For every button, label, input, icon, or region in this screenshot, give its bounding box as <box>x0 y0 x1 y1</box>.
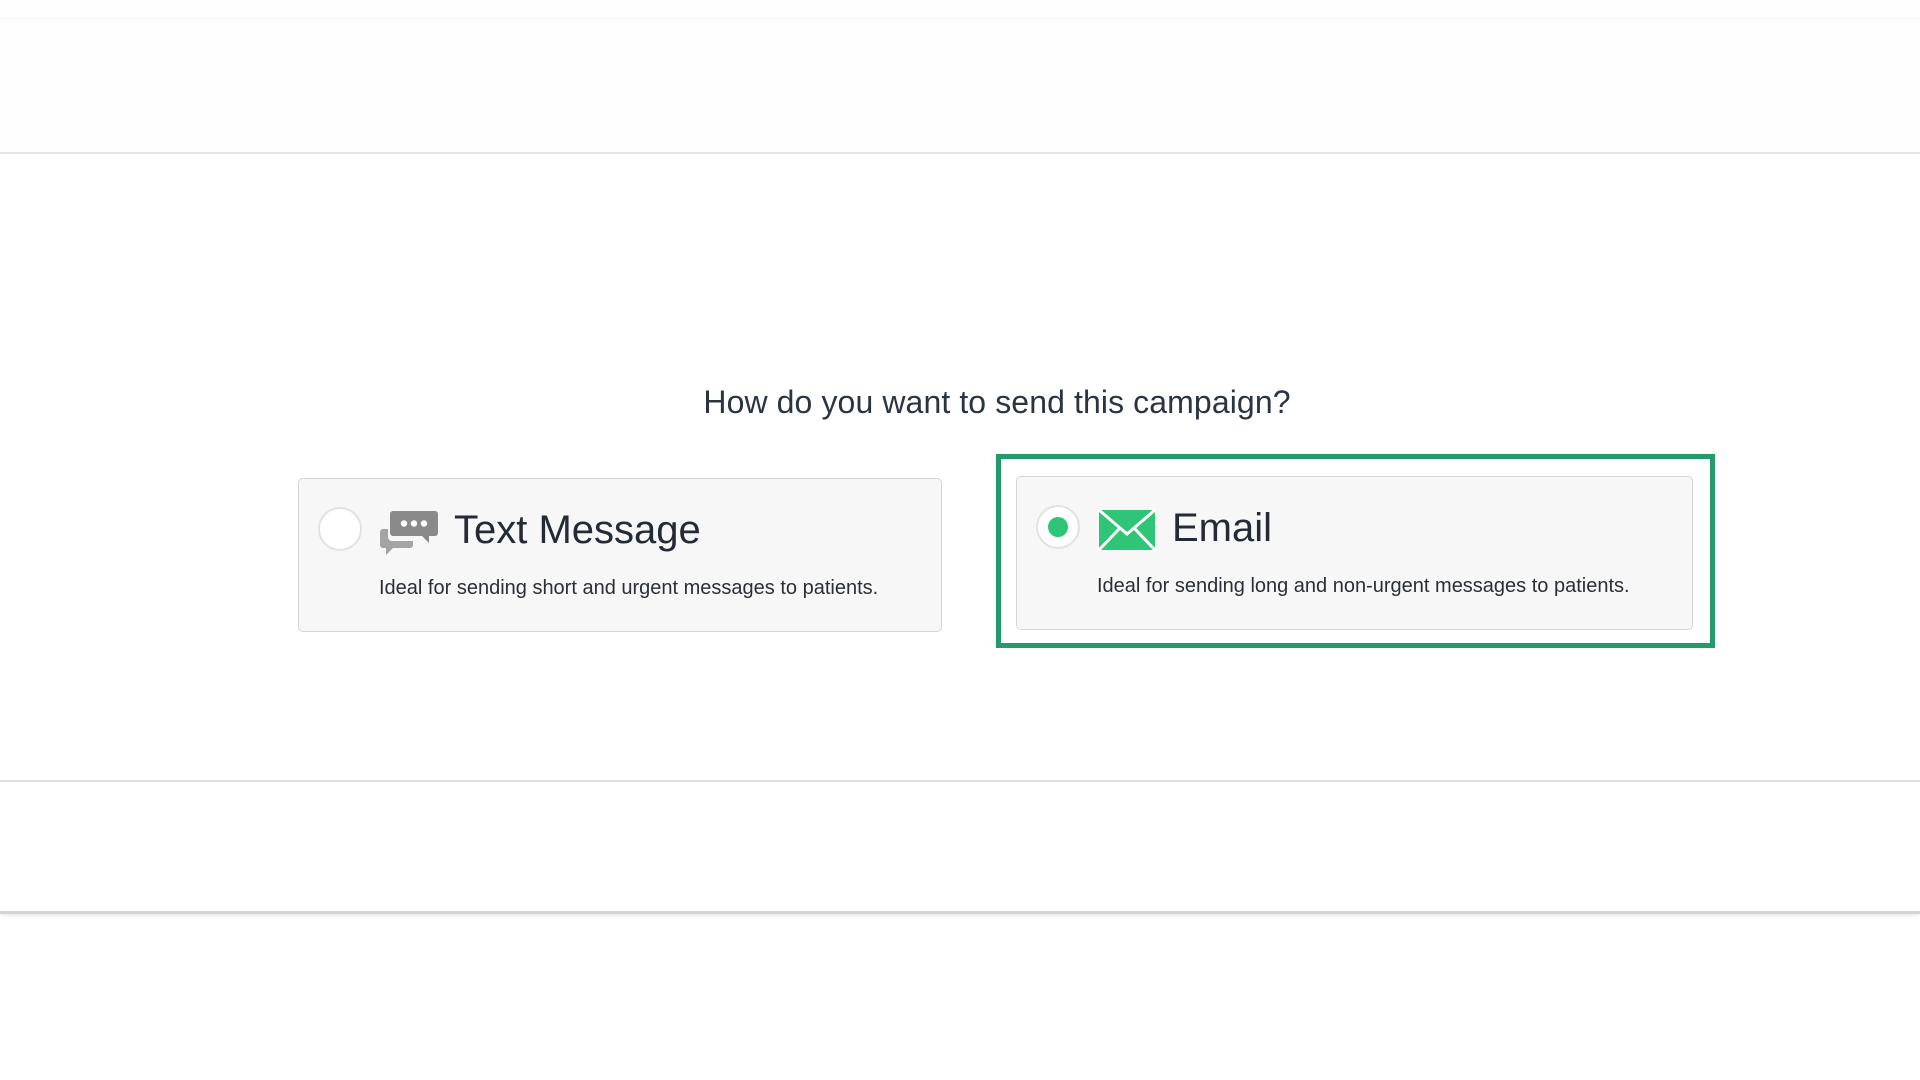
content-panel <box>0 154 1920 782</box>
page-question: How do you want to send this campaign? <box>703 384 1291 420</box>
option-description-email: Ideal for sending long and non-urgent me… <box>1097 575 1630 597</box>
option-title-text-message: Text Message <box>454 508 701 552</box>
option-card-text-message[interactable]: Text Message Ideal for sending short and… <box>298 478 942 632</box>
envelope-icon <box>1097 505 1157 555</box>
chat-bubbles-icon <box>379 507 439 557</box>
footer-band <box>0 782 1920 914</box>
page: How do you want to send this campaign? T… <box>0 0 1920 1080</box>
radio-text-message[interactable] <box>318 507 362 551</box>
radio-selected-dot <box>1048 517 1068 537</box>
option-title-email: Email <box>1172 506 1273 550</box>
top-hairline <box>0 18 1920 19</box>
radio-email[interactable] <box>1036 505 1080 549</box>
option-card-email[interactable]: Email Ideal for sending long and non-urg… <box>1016 476 1693 630</box>
top-band <box>0 0 1920 154</box>
option-description-text-message: Ideal for sending short and urgent messa… <box>379 577 879 599</box>
